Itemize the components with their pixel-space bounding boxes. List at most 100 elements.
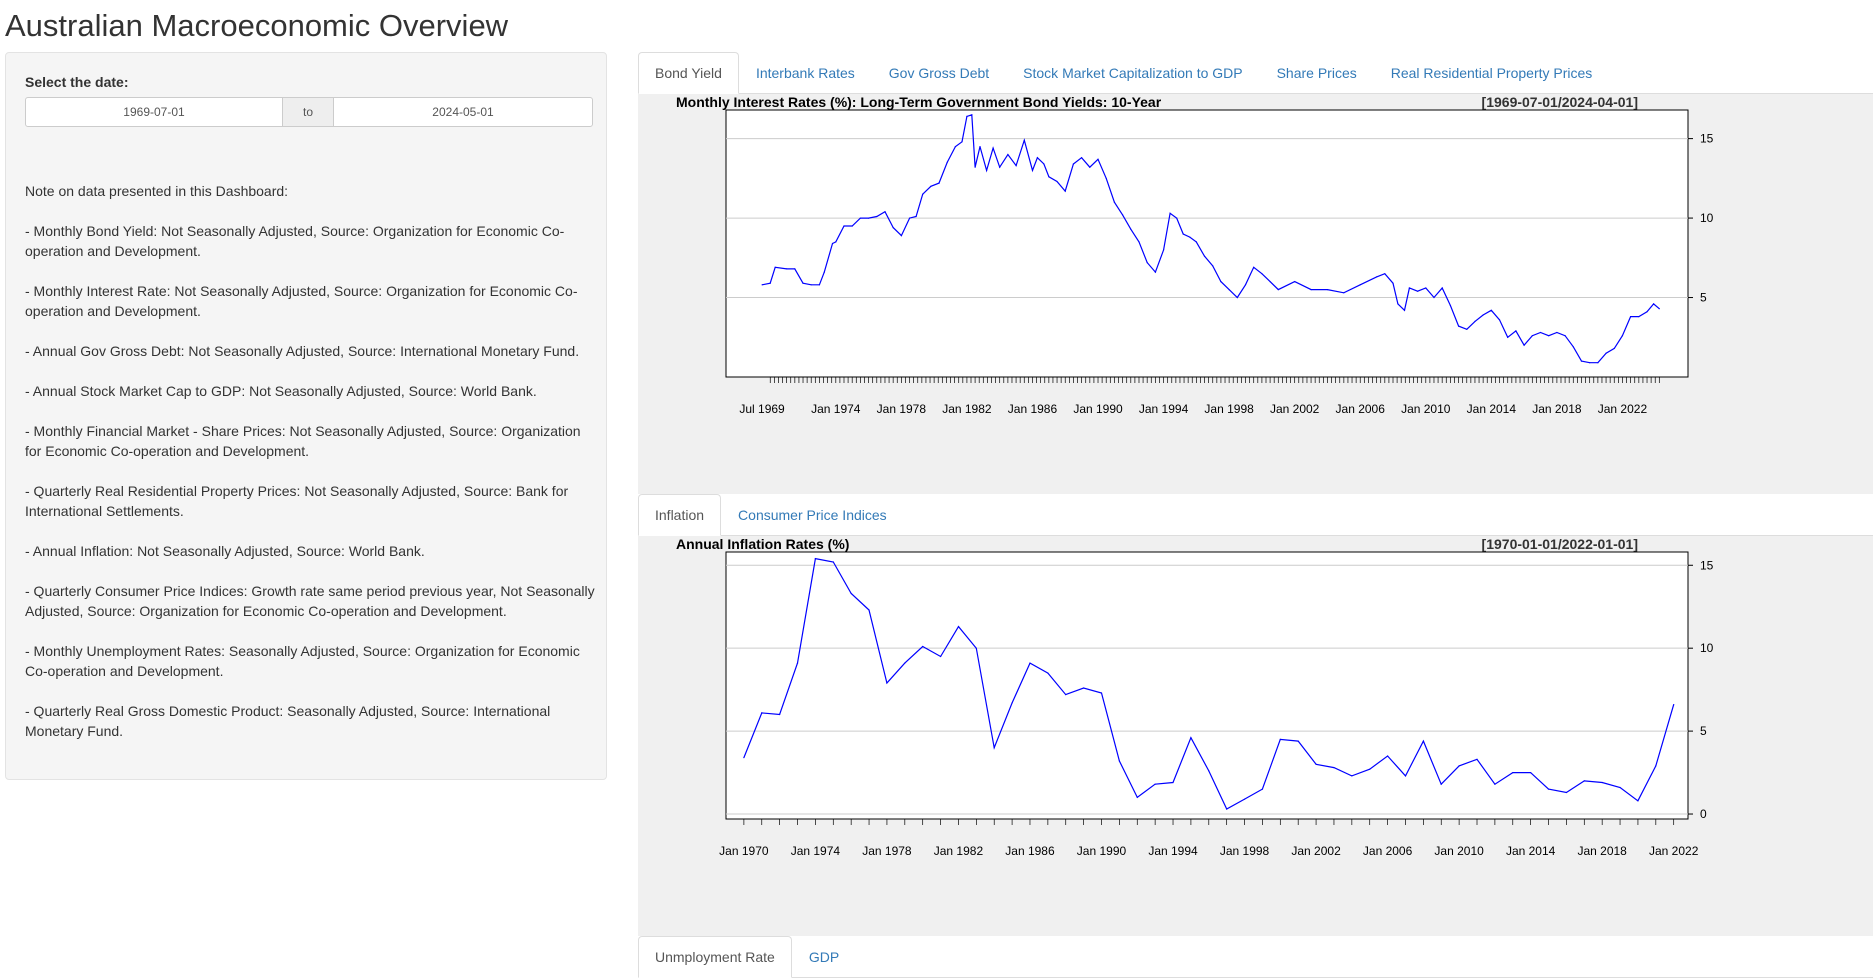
tab-inflation[interactable]: Inflation [638,494,722,536]
tabset-financial: Bond Yield Interbank Rates Gov Gross Deb… [638,52,1873,94]
x-tick-label: Jan 1994 [1139,402,1189,416]
data-point [850,592,852,595]
data-point [1031,169,1034,171]
data-point [1100,692,1103,694]
data-point [938,182,940,184]
data-point [761,284,763,286]
data-point [979,146,981,148]
note-item: - Annual Stock Market Cap to GDP: Not Se… [25,383,537,399]
data-point [1326,289,1329,291]
data-point [1605,352,1607,354]
tab-real-property-prices[interactable]: Real Residential Property Prices [1374,52,1610,93]
plot-area [725,109,1689,378]
chart-title: Monthly Interest Rates (%): Long-Term Go… [676,94,1162,110]
data-point [1203,255,1206,257]
data-point [1572,346,1574,348]
data-point [986,169,988,171]
tab-unemployment-rate[interactable]: Unmployment Rate [638,936,792,978]
data-point [859,217,861,219]
data-point [1333,767,1335,769]
data-point [1539,331,1542,334]
x-tick-label: Jan 2018 [1532,402,1582,416]
data-point [1408,287,1410,289]
data-point [1176,217,1178,219]
data-point [946,161,948,163]
x-tick-label: Jan 1998 [1204,402,1254,416]
data-point [1236,296,1238,299]
data-point [1653,303,1655,305]
x-tick-label: Jan 2022 [1598,402,1648,416]
data-point [1523,344,1525,346]
x-tick-label: Jan 2002 [1291,844,1341,858]
data-point [1530,772,1532,774]
y-tick-label: 5 [1700,724,1707,738]
data-point [769,282,771,284]
data-point [1376,276,1378,278]
data-point [1279,738,1281,740]
bond-yield-chart: Monthly Interest Rates (%): Long-Term Go… [676,94,1714,416]
data-point [779,713,781,716]
data-point [954,146,956,148]
data-point [1169,212,1171,214]
data-point [1359,284,1361,286]
data-point [1397,303,1399,305]
data-point [1384,273,1386,275]
x-tick-label: Jan 1982 [942,402,992,416]
data-point [992,147,994,149]
data-point [886,682,888,684]
data-point [851,225,853,227]
data-point [1047,672,1049,674]
data-point [1154,271,1156,273]
date-start-input[interactable] [25,97,283,127]
tab-share-prices[interactable]: Share Prices [1260,52,1374,93]
data-point [1613,347,1615,349]
data-point [1138,241,1140,243]
y-tick-label: 10 [1700,641,1714,655]
tab-gov-gross-debt[interactable]: Gov Gross Debt [872,52,1006,93]
data-point [868,217,870,219]
data-point [796,662,799,664]
data-point [1226,808,1228,810]
data-point [1089,166,1091,168]
tab-interbank-rates[interactable]: Interbank Rates [739,52,872,93]
data-point [1011,702,1013,704]
x-tick-label: Jan 2006 [1363,844,1413,858]
x-tick-label: Jan 1986 [1008,402,1058,416]
data-point [1369,768,1371,770]
x-tick-label: Jan 2010 [1434,844,1484,858]
data-point [1105,177,1107,179]
date-range-label: Select the date: [25,74,129,90]
tab-gdp[interactable]: GDP [792,936,856,977]
data-point [1433,296,1435,299]
y-tick-label: 0 [1700,807,1707,821]
data-point [1244,798,1246,800]
x-tick-label: Jan 2014 [1506,844,1556,858]
y-tick-label: 15 [1700,132,1714,146]
data-point [930,185,932,187]
data-point [802,282,804,284]
sidebar-panel: Select the date: to Note on data present… [5,52,607,780]
tab-bond-yield[interactable]: Bond Yield [638,52,739,94]
x-tick-label: Jan 1974 [791,844,841,858]
data-point [974,166,976,168]
data-point [876,215,878,218]
x-tick-label: Jan 1978 [877,402,927,416]
x-tick-label: Jul 1969 [739,402,785,416]
data-point [1036,157,1038,159]
data-point [1220,281,1222,283]
data-point [1655,765,1657,767]
page-title: Australian Macroeconomic Overview [5,8,509,43]
tab-stock-market-cap[interactable]: Stock Market Capitalization to GDP [1006,52,1259,93]
date-end-input[interactable] [333,97,593,127]
tab-consumer-price-indices[interactable]: Consumer Price Indices [721,494,904,535]
data-point [1343,292,1345,294]
x-tick-label: Jan 1974 [811,402,861,416]
x-tick-label: Jan 1986 [1005,844,1055,858]
data-point [1043,163,1045,165]
note-item: - Monthly Financial Market - Share Price… [25,423,581,459]
date-range-input: to [25,97,593,127]
x-tick-label: Jan 2010 [1401,402,1451,416]
data-point [1404,775,1407,777]
data-point [1244,284,1247,286]
data-point [1182,233,1184,235]
